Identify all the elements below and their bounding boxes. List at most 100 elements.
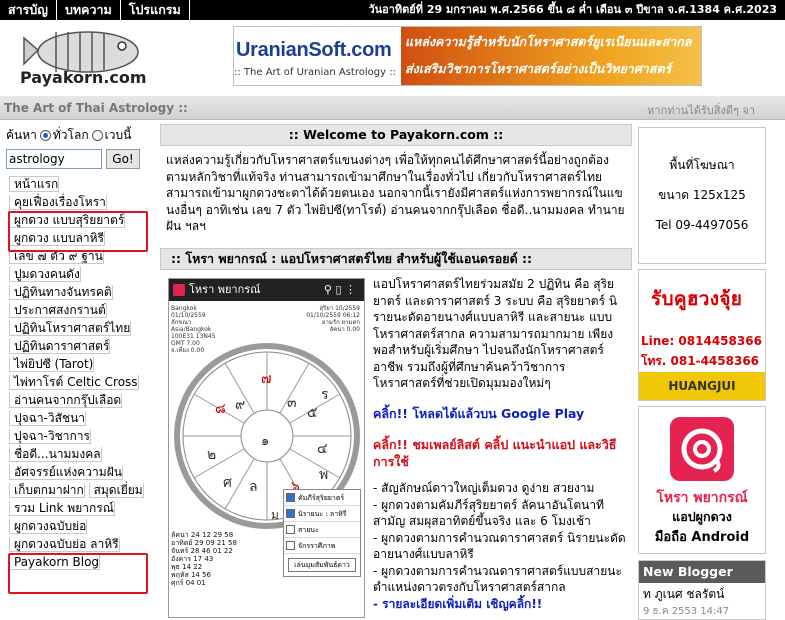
- popup-item[interactable]: นิรายนะ : ลาหิรี: [284, 506, 360, 522]
- menu-item-blood-group[interactable]: อ่านคนจากกรุ๊ปเลือด: [9, 393, 123, 408]
- current-date: วันอาทิตย์ที่ 29 มกราคม พ.ศ.2566 ขึ้น ๘ …: [368, 3, 777, 16]
- welcome-text: แหล่งความรู้เกี่ยวกับโหราศาสตร์แขนงต่างๆ…: [166, 153, 625, 233]
- menu-item-celebrity-charts[interactable]: ปูมดวงคนดัง: [9, 267, 81, 282]
- house-glyph: ๔: [317, 441, 328, 457]
- google-play-link[interactable]: คลิ้ก!! โหลดได้แล้วบน Google Play: [373, 406, 626, 423]
- popup-item-label: จักรราศีภาพ: [298, 542, 336, 550]
- uraniansoft-banner[interactable]: UranianSoft.com :: The Art of Uranian As…: [233, 26, 702, 86]
- house-glyph: ๒: [207, 447, 216, 463]
- feature-item: - ผูกดวงตามการคำนวณดาราศาสตร์ นิรายนะดัด…: [373, 530, 626, 562]
- banner-line-1: แหล่งความรู้สำหรับนักโหราศาสตร์ยูเรเนียน…: [405, 34, 692, 49]
- menu-item-astro-talk[interactable]: คุยเฟื่องเรื่องโหรา: [9, 195, 107, 210]
- welcome-title: :: Welcome to Payakorn.com ::: [160, 124, 632, 146]
- radio-world-label: ทั่วโลก: [52, 128, 89, 142]
- go-button[interactable]: Go!: [106, 149, 140, 169]
- menu-item-short-chart-lahiri[interactable]: ผูกดวงฉบับย่อ ลาหิรี: [9, 537, 120, 552]
- top-nav: สารบัญ บทความ โปรแกรม: [0, 0, 190, 20]
- info-line: 100E31 13N45: [171, 333, 216, 340]
- menu-item-guestbook[interactable]: สมุดเยี่ยม: [88, 483, 144, 498]
- ad-line-1: พื้นที่โฆษณา: [669, 158, 735, 172]
- info-line: Asia/Bangkok: [171, 326, 212, 333]
- search-box: ค้นหา ทั่วโลก เวบนี้ Go!: [6, 126, 148, 169]
- menu-item-qa[interactable]: ปุจฉา-วิสัชนา: [9, 411, 87, 426]
- info-line: 01/10/2559: [171, 312, 206, 319]
- planet-row: อังคาร 17 43: [171, 555, 214, 563]
- top-bar: สารบัญ บทความ โปรแกรม วันอาทิตย์ที่ 29 ม…: [0, 0, 785, 20]
- house-glyph: ๙: [235, 397, 245, 413]
- menu-item-thai-astro-calendar[interactable]: ปฏิทินโหราศาสตร์ไทย: [9, 321, 132, 336]
- banner-brand-area: UranianSoft.com :: The Art of Uranian As…: [234, 27, 401, 85]
- top-nav-articles[interactable]: บทความ: [57, 0, 121, 20]
- site-header: Payakorn.com UranianSoft.com :: The Art …: [0, 20, 785, 95]
- top-nav-contents[interactable]: สารบัญ: [0, 0, 57, 20]
- checkbox-icon: [286, 541, 295, 550]
- app-section-title: :: โหรา พยากรณ์ : แอปโหราศาสตร์ไทย สำหรั…: [160, 248, 632, 270]
- app-swirl-icon: [681, 428, 723, 473]
- app-screenshot[interactable]: โหรา พยากรณ์ ⚲ ▯ ⋮ Bangkok 01/10/2559 ลั…: [168, 278, 365, 618]
- fengshui-ad[interactable]: รับคูฮวงจุ้ย Line: 0814458366 โทร. 081-4…: [638, 269, 766, 401]
- planet-row: ศุกร์ 04 01: [171, 579, 206, 587]
- fengshui-tel: โทร. 081-4458366: [639, 352, 765, 370]
- highlight-box-short-chart-links: [8, 553, 148, 594]
- menu-item-qa-academic[interactable]: ปุจฉา-วิชาการ: [9, 429, 91, 444]
- ad-space[interactable]: พื้นที่โฆษณา ขนาด 125x125 Tel 09-4497056: [638, 127, 766, 264]
- menu-item-astronomy-calendar[interactable]: ปฏิทินดาราศาสตร์: [9, 339, 111, 354]
- right-column: พื้นที่โฆษณา ขนาด 125x125 Tel 09-4497056…: [638, 127, 766, 620]
- site-tagline: The Art of Thai Astrology ::: [4, 101, 188, 115]
- popup-item[interactable]: จักรราศีภาพ: [284, 538, 360, 554]
- popup-item-label: สายนะ: [298, 526, 319, 534]
- menu-item-dreams[interactable]: อัศจรรย์แห่งความฝัน: [9, 465, 123, 480]
- chart-info-right: สุริยา 10/2559 01/10/2559 06:12 ยามรัก ย…: [306, 305, 360, 333]
- menu-item-collected[interactable]: เก็บตกมาฝาก: [9, 483, 85, 498]
- search-scope: ค้นหา ทั่วโลก เวบนี้: [6, 126, 148, 145]
- info-line: ยามรัก ยามตก: [322, 319, 360, 326]
- more-details-link[interactable]: - รายละเอียดเพิ่มเติม เชิญคลิ้ก!!: [373, 596, 626, 613]
- menu-item-songkran[interactable]: ประกาศสงกรานต์: [9, 303, 107, 318]
- feature-item: - สัญลักษณ์ดาวใหญ่เต็มดวง ดูง่าย สวยงาม: [373, 481, 595, 495]
- left-sidebar: ค้นหา ทั่วโลก เวบนี้ Go! หน้าแรก คุยเฟื่…: [0, 121, 152, 611]
- popup-item[interactable]: สายนะ: [284, 522, 360, 538]
- info-line: สุริยา 10/2559: [319, 305, 360, 312]
- popup-item[interactable]: คัมภีร์สุริยยาตร์: [284, 490, 360, 506]
- app-section: :: โหรา พยากรณ์ : แอปโหราศาสตร์ไทย สำหรั…: [160, 248, 632, 618]
- house-glyph: ศ: [223, 475, 232, 491]
- new-blogger-item[interactable]: ท ภูเนศ ชลรัตน์: [639, 583, 765, 604]
- android-app-ad[interactable]: โหรา พยากรณ์ แอปผูกดวง มือถือ Android: [638, 406, 766, 554]
- app-ad-title: โหรา พยากรณ์: [656, 490, 748, 506]
- search-input-row: Go!: [6, 149, 148, 169]
- menu-item-good-names[interactable]: ชื่อดี...นามมงคล: [9, 447, 102, 462]
- ad-line-2: ขนาด 125x125: [658, 188, 746, 202]
- checkbox-icon: [286, 493, 295, 502]
- planet-row: ลัคนา 24 12 29 58: [171, 531, 234, 539]
- radio-web-label: เวบนี้: [104, 128, 132, 142]
- menu-item-lunar-calendar[interactable]: ปฏิทินทางจันทรคติ: [9, 285, 113, 300]
- menu-item-tarot[interactable]: ไพ่ยิปซี (Tarot): [9, 357, 95, 372]
- planet-row: อาทิตย์ 29 09 21 58: [171, 539, 237, 547]
- radio-world[interactable]: [39, 130, 51, 141]
- menu-item-short-chart[interactable]: ผูกดวงฉบับย่อ: [9, 519, 88, 534]
- search-input[interactable]: [6, 149, 102, 169]
- info-line: Bangkok: [171, 305, 197, 312]
- new-blogger-title: New Blogger: [639, 561, 765, 583]
- banner-message-area: แหล่งความรู้สำหรับนักโหราศาสตร์ยูเรเนียน…: [401, 27, 701, 85]
- feature-list: - สัญลักษณ์ดาวใหญ่เต็มดวง ดูง่าย สวยงาม …: [373, 480, 626, 612]
- checkbox-icon: [286, 509, 295, 518]
- menu-item-celtic-cross[interactable]: ไพ่ทาโรต์ Celtic Cross: [9, 375, 139, 390]
- menu-item-links[interactable]: รวม Link พยากรณ์: [9, 501, 115, 516]
- menu-item-home[interactable]: หน้าแรก: [9, 176, 60, 192]
- top-nav-programs[interactable]: โปรแกรม: [121, 0, 190, 20]
- planet-table: ลัคนา 24 12 29 58 อาทิตย์ 29 09 21 58 จั…: [171, 531, 237, 587]
- highlight-box-chart-links: [8, 211, 148, 252]
- house-glyph: พ: [319, 467, 328, 483]
- new-blogger-date: 9 ธ.ค 2553 14:47: [643, 606, 730, 617]
- radio-web[interactable]: [91, 130, 103, 141]
- app-title-text: โหรา พยากรณ์: [189, 283, 261, 296]
- marquee-text: หากท่านได้รับสิ่งดีๆ จา: [647, 104, 755, 117]
- planet-row: พฤหัส 14 56: [171, 571, 212, 579]
- fengshui-brand: HUANGJUI: [639, 372, 765, 400]
- info-line: 01/10/2559 06:12: [306, 312, 360, 319]
- banner-tagline: :: The Art of Uranian Astrology ::: [234, 67, 396, 78]
- playlist-link[interactable]: คลิ้ก!! ชมเพลย์ลิสต์ คลิ้ป แนะนำแอป และว…: [373, 436, 626, 470]
- planet-row: จันทร์ 28 46 01 22: [171, 547, 233, 555]
- popup-button[interactable]: เล่นมุมสัมพันธ์ดาว: [288, 558, 356, 572]
